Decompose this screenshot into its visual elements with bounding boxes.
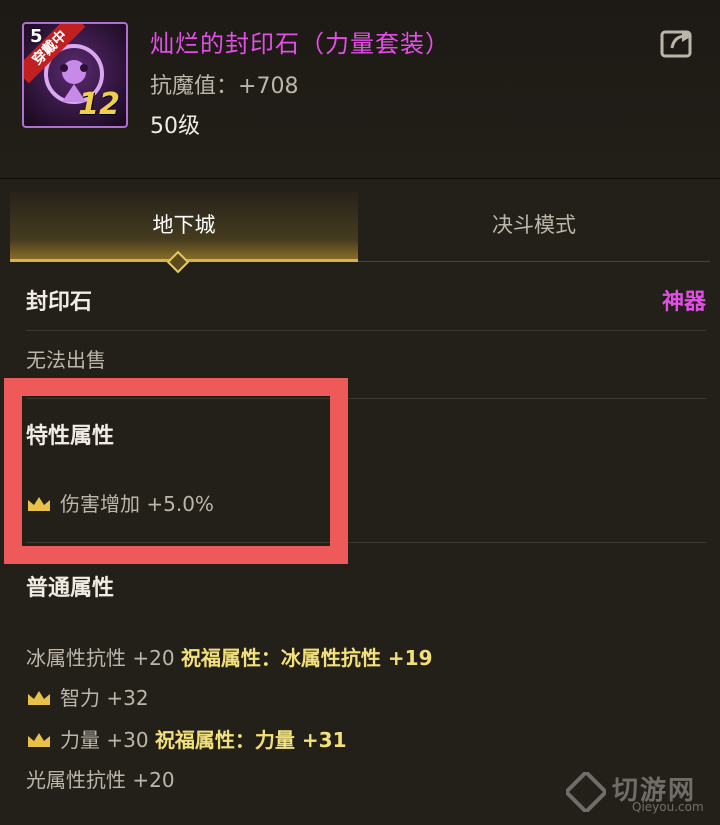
attribute-text: 光属性抗性 +20	[26, 768, 175, 792]
watermark: 切游网 Qieyou.com	[566, 768, 716, 818]
item-icon[interactable]: 5 穿戴中 12	[22, 22, 128, 128]
rarity-label: 神器	[661, 290, 706, 315]
highlight-annotation	[4, 378, 348, 564]
normal-section-title: 普通属性	[26, 576, 115, 601]
item-title: 灿烂的封印石（力量套装）	[150, 30, 450, 58]
crown-icon	[28, 691, 50, 705]
tab-duel-mode[interactable]: 决斗模式	[358, 192, 710, 262]
divider	[26, 330, 706, 331]
blessing-text: 祝福属性：冰属性抗性 +19	[180, 646, 433, 670]
attribute-text: 冰属性抗性 +20	[26, 646, 175, 670]
attribute-line: 力量 +30 祝福属性：力量 +31	[26, 724, 347, 753]
item-category: 封印石	[26, 290, 93, 315]
enhance-level: 12	[78, 87, 120, 122]
item-level: 50级	[150, 114, 200, 139]
item-header: 5 穿戴中 12 灿烂的封印石（力量套装） 抗魔值：+708 50级	[0, 0, 720, 179]
share-icon	[660, 30, 692, 58]
crown-icon	[28, 733, 50, 747]
tab-dungeon[interactable]: 地下城	[10, 192, 358, 262]
share-button[interactable]	[660, 26, 696, 58]
sell-note: 无法出售	[26, 348, 106, 372]
watermark-logo-icon	[566, 772, 606, 812]
stat-value: +708	[238, 74, 299, 99]
attribute-line: 智力 +32	[26, 682, 149, 711]
attribute-line: 光属性抗性 +20	[26, 764, 175, 793]
mode-tabs: 地下城 决斗模式	[10, 192, 710, 262]
blessing-text: 祝福属性：力量 +31	[154, 728, 347, 752]
attribute-text: 力量 +30	[60, 728, 149, 752]
attribute-line: 冰属性抗性 +20 祝福属性：冰属性抗性 +19	[26, 642, 433, 671]
attribute-text: 智力 +32	[60, 686, 149, 710]
stat-line: 抗魔值：+708	[150, 68, 298, 100]
watermark-subtext: Qieyou.com	[632, 800, 704, 814]
stat-label: 抗魔值：	[150, 74, 239, 99]
